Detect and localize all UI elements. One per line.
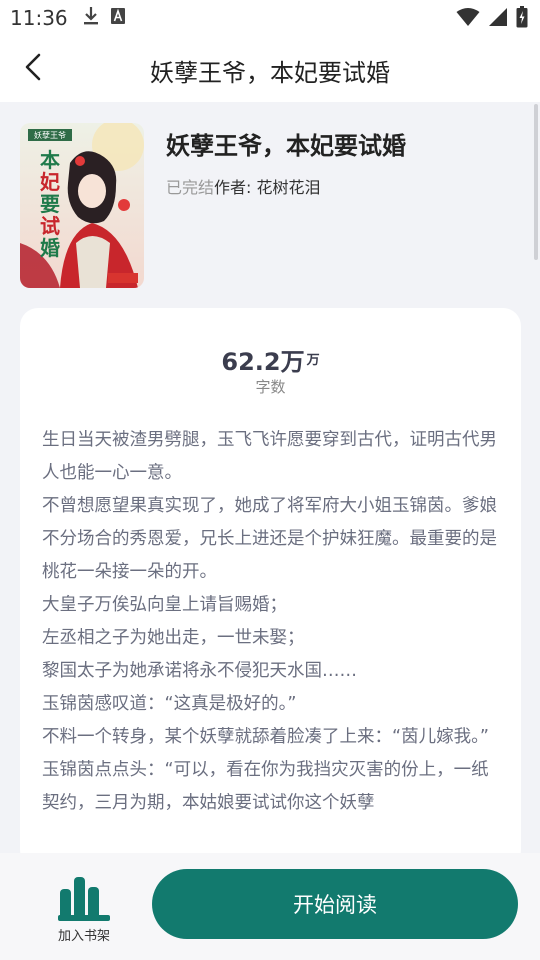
synopsis-paragraph: 黎国太子为她承诺将永不侵犯天水国…… — [42, 661, 357, 681]
book-title: 妖孽王爷，本妃要试婚 — [166, 132, 406, 160]
font-icon — [110, 7, 126, 29]
synopsis-paragraph: 玉锦茵感叹道：“这真是极好的。” — [42, 694, 297, 714]
scrollbar[interactable] — [534, 104, 538, 260]
signal-icon — [488, 7, 508, 31]
add-to-shelf-label: 加入书架 — [57, 929, 110, 944]
intro-card: 62.2万万 字数 生日当天被渣男劈腿，玉飞飞许愿要穿到古代，证明古代男人也能一… — [20, 308, 521, 868]
cover-title-small: 妖孽王爷 — [34, 130, 66, 140]
book-cover[interactable]: 妖孽王爷 本 妃 要 试 婚 — [20, 123, 144, 288]
word-count-label: 字数 — [255, 378, 286, 396]
battery-icon — [516, 6, 528, 32]
synopsis-paragraph: 生日当天被渣男劈腿，玉飞飞许愿要穿到古代，证明古代男人也能一心一意。 — [42, 430, 497, 483]
book-meta: 已完结 作者: 花树花泪 — [166, 174, 321, 198]
word-count: 62.2万万 — [20, 342, 521, 377]
start-reading-button[interactable]: 开始阅读 — [152, 869, 518, 939]
synopsis-paragraph: 左丞相之子为她出走，一世未娶； — [42, 628, 305, 648]
cover-title-large-3: 要 — [40, 192, 60, 216]
synopsis-paragraph: 玉锦茵点点头：“可以，看在你为我挡灾灭害的份上，一纸契约，三月为期，本姑娘要试试… — [42, 760, 489, 813]
synopsis-paragraph: 大皇子万俟弘向皇上请旨赐婚； — [42, 595, 287, 615]
synopsis-paragraph: 不料一个转身，某个妖孽就舔着脸凑了上来：“茵儿嫁我。” — [42, 727, 489, 747]
add-to-shelf-button[interactable]: 加入书架 — [44, 867, 124, 947]
status-time: 11:36 — [10, 6, 68, 30]
cover-title-large-2: 妃 — [40, 170, 60, 194]
word-count-value: 62.2万 — [221, 348, 305, 376]
book-author[interactable]: 作者: 花树花泪 — [214, 174, 320, 198]
wifi-icon — [456, 7, 480, 31]
status-left-icons — [82, 6, 126, 30]
cover-title-large-5: 婚 — [40, 236, 60, 260]
book-synopsis: 生日当天被渣男劈腿，玉飞飞许愿要穿到古代，证明古代男人也能一心一意。 不曾想愿望… — [42, 424, 498, 820]
header: 妖孽王爷，本妃要试婚 — [0, 36, 540, 102]
bottom-bar: 加入书架 开始阅读 — [0, 853, 540, 960]
download-icon — [82, 6, 100, 30]
book-status: 已完结 — [166, 178, 215, 197]
book-info: 妖孽王爷 本 妃 要 试 婚 妖孽王爷，本妃要试婚 已完结 作者: 花树花泪 — [0, 102, 540, 308]
synopsis-paragraph: 不曾想愿望果真实现了，她成了将军府大小姐玉锦茵。爹娘不分场合的秀恩爱，兄长上进还… — [42, 496, 497, 582]
page-title: 妖孽王爷，本妃要试婚 — [150, 59, 390, 87]
cover-title-large-1: 本 — [40, 148, 60, 172]
status-bar: 11:36 — [0, 0, 540, 36]
status-right-icons — [456, 6, 528, 32]
word-count-unit: 万 — [306, 352, 320, 368]
cover-title-large-4: 试 — [40, 214, 60, 238]
bookshelf-icon — [58, 875, 110, 925]
